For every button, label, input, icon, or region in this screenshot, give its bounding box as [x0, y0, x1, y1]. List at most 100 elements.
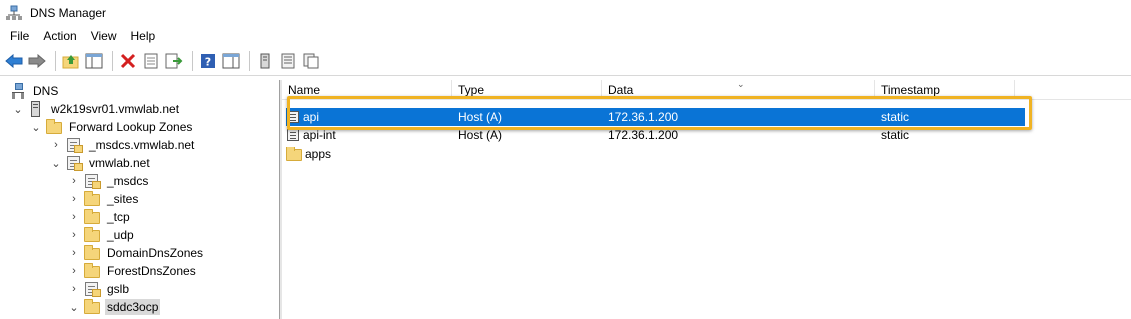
title-bar: DNS Manager: [0, 0, 1131, 26]
chevron-down-icon[interactable]: ⌄: [50, 157, 62, 170]
row-name: api-int: [303, 128, 336, 142]
tree-item-gslb[interactable]: › gslb: [68, 280, 131, 298]
menu-bar: File Action View Help: [0, 26, 1131, 46]
host-record-icon: [286, 110, 300, 124]
zone-list-icon[interactable]: [278, 51, 298, 71]
tree-label: DomainDnsZones: [107, 246, 204, 260]
export-list-icon[interactable]: [164, 51, 184, 71]
window-title: DNS Manager: [30, 6, 107, 20]
toolbar-separator: [192, 50, 193, 71]
tree-label: _tcp: [107, 210, 130, 224]
chevron-right-icon[interactable]: ›: [68, 211, 80, 223]
tree-item-msdcs[interactable]: › _msdcs: [68, 172, 150, 190]
server-icon[interactable]: [255, 51, 275, 71]
tree-label: ForestDnsZones: [107, 264, 196, 278]
chevron-right-icon[interactable]: ›: [68, 229, 80, 241]
column-header-label: Data: [608, 83, 634, 97]
tree-item-udp[interactable]: › _udp: [68, 226, 136, 244]
chevron-right-icon[interactable]: ›: [50, 139, 62, 151]
folder-icon: [84, 263, 100, 279]
toolbar-separator: [55, 50, 56, 71]
zone-icon: [66, 137, 83, 153]
zone-icon: [66, 155, 83, 171]
row-data: 172.36.1.200: [608, 128, 679, 142]
folder-icon: [84, 191, 100, 207]
folder-icon: [84, 227, 100, 243]
copy-icon[interactable]: [301, 51, 321, 71]
chevron-right-icon[interactable]: ›: [68, 247, 80, 259]
toolbar: ?: [0, 46, 1131, 76]
row-data: 172.36.1.200: [608, 110, 679, 124]
tree-item-forward-lookup-zones[interactable]: ⌄ Forward Lookup Zones: [30, 118, 194, 136]
details-pane: Name Type Data ⌄ Timestamp api Host (A) …: [282, 80, 1131, 319]
tree-label-selected: sddc3ocp: [105, 299, 161, 315]
sort-indicator-icon: ⌄: [737, 80, 745, 89]
row-timestamp: static: [881, 110, 910, 124]
menu-view[interactable]: View: [84, 26, 124, 46]
dns-icon: [10, 83, 26, 99]
chevron-down-icon[interactable]: ⌄: [30, 121, 42, 134]
folder-icon: [84, 209, 100, 225]
column-header-data[interactable]: Data ⌄: [602, 80, 875, 100]
forward-icon[interactable]: [27, 51, 47, 71]
tree-item-forestdnszones[interactable]: › ForestDnsZones: [68, 262, 198, 280]
folder-icon: [46, 119, 62, 135]
tree-item-zone-msdcs-vmwlab[interactable]: › _msdcs.vmwlab.net: [50, 136, 196, 154]
tree-item-zone-vmwlab[interactable]: ⌄ vmwlab.net: [50, 154, 152, 172]
chevron-right-icon[interactable]: ›: [68, 175, 80, 187]
tree-label: _msdcs.vmwlab.net: [89, 138, 195, 152]
properties-icon[interactable]: [141, 51, 161, 71]
list-row-api[interactable]: api Host (A) 172.36.1.200 static: [286, 108, 1025, 126]
chevron-right-icon[interactable]: ›: [68, 283, 80, 295]
up-folder-icon[interactable]: [61, 51, 81, 71]
row-name: apps: [305, 147, 332, 161]
zone-icon: [84, 281, 101, 297]
back-icon[interactable]: [4, 51, 24, 71]
dns-manager-icon: [6, 5, 22, 21]
list-header: Name Type Data ⌄ Timestamp: [282, 80, 1131, 100]
toolbar-separator: [112, 50, 113, 71]
svg-text:?: ?: [205, 55, 211, 68]
help-icon[interactable]: ?: [198, 51, 218, 71]
tree-item-server[interactable]: ⌄ w2k19svr01.vmwlab.net: [12, 100, 181, 118]
tree-label: DNS: [33, 84, 59, 98]
row-type: Host (A): [458, 128, 503, 142]
column-header-name[interactable]: Name: [282, 80, 452, 100]
server-icon: [28, 101, 44, 117]
column-header-timestamp[interactable]: Timestamp: [875, 80, 1015, 100]
toolbar-separator: [249, 50, 250, 71]
tree-label: _msdcs: [107, 174, 149, 188]
tree-label: gslb: [107, 282, 130, 296]
row-name: api: [303, 110, 320, 124]
tree-label: vmwlab.net: [89, 156, 150, 170]
tree-item-tcp[interactable]: › _tcp: [68, 208, 132, 226]
chevron-right-icon[interactable]: ›: [68, 265, 80, 277]
list-row-api-int[interactable]: api-int Host (A) 172.36.1.200 static: [286, 126, 1025, 144]
tree-item-dns[interactable]: DNS: [10, 82, 60, 100]
tree-item-sites[interactable]: › _sites: [68, 190, 140, 208]
menu-file[interactable]: File: [0, 26, 36, 46]
zone-icon: [84, 173, 101, 189]
show-hide-action-pane-icon[interactable]: [221, 51, 241, 71]
chevron-down-icon[interactable]: ⌄: [68, 301, 80, 314]
host-record-icon: [286, 128, 300, 142]
row-type: Host (A): [458, 110, 503, 124]
chevron-right-icon[interactable]: ›: [68, 193, 80, 205]
folder-icon: [286, 147, 302, 161]
column-header-type[interactable]: Type: [452, 80, 602, 100]
show-hide-console-tree-icon[interactable]: [84, 51, 104, 71]
console-tree: DNS ⌄ w2k19svr01.vmwlab.net ⌄ Forward Lo…: [0, 80, 280, 319]
tree-label: _udp: [107, 228, 134, 242]
tree-item-domaindnszones[interactable]: › DomainDnsZones: [68, 244, 205, 262]
tree-label: w2k19svr01.vmwlab.net: [51, 102, 180, 116]
chevron-down-icon[interactable]: ⌄: [12, 103, 24, 116]
row-timestamp: static: [881, 128, 910, 142]
menu-action[interactable]: Action: [36, 26, 83, 46]
tree-label: _sites: [107, 192, 139, 206]
tree-item-sddc3ocp[interactable]: ⌄ sddc3ocp: [68, 298, 161, 316]
folder-icon: [84, 299, 100, 315]
delete-icon[interactable]: [118, 51, 138, 71]
menu-help[interactable]: Help: [124, 26, 163, 46]
list-row-apps[interactable]: apps: [286, 145, 1025, 163]
folder-icon: [84, 245, 100, 261]
